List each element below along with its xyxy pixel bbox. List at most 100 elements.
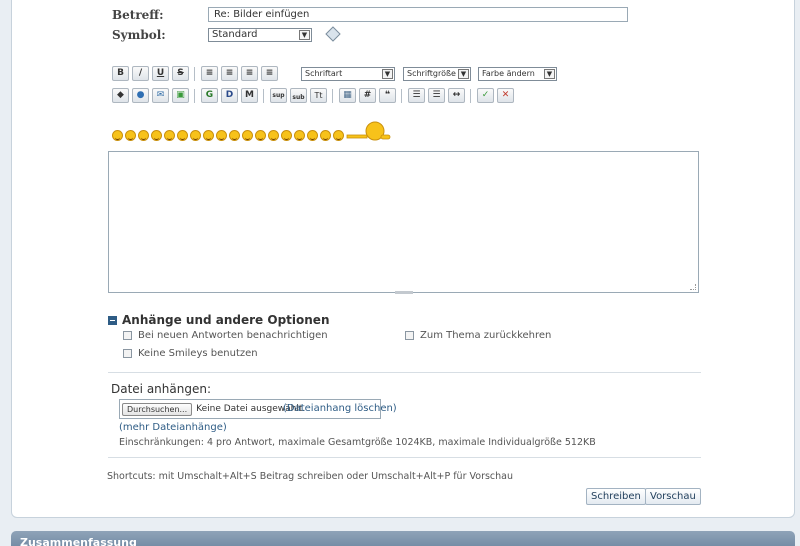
notify-checkbox[interactable] bbox=[123, 331, 132, 340]
smiley-icon[interactable] bbox=[125, 130, 136, 141]
subscript-button[interactable]: sub bbox=[290, 88, 307, 103]
smiley-icon[interactable] bbox=[151, 130, 162, 141]
notify-option[interactable]: Bei neuen Antworten benachrichtigen bbox=[123, 330, 328, 341]
return-topic-option[interactable]: Zum Thema zurückkehren bbox=[405, 330, 551, 341]
chevron-down-icon: ▼ bbox=[382, 69, 393, 79]
remove-format-button[interactable]: ✕ bbox=[497, 88, 514, 103]
size-select[interactable]: Schriftgröße ▼ bbox=[403, 67, 471, 81]
table-button[interactable]: ▦ bbox=[339, 88, 356, 103]
justify-icon: ≡ bbox=[265, 68, 274, 78]
email-icon: ✉ bbox=[156, 90, 165, 100]
more-attachments-link[interactable]: (mehr Dateianhänge) bbox=[119, 422, 227, 433]
superscript-button[interactable]: sup bbox=[270, 88, 287, 103]
smiley-icon[interactable] bbox=[255, 130, 266, 141]
smiley-icon[interactable] bbox=[307, 130, 318, 141]
symbol-preview-icon bbox=[325, 26, 341, 42]
bold-button[interactable]: B bbox=[112, 66, 129, 81]
return-topic-checkbox[interactable] bbox=[405, 331, 414, 340]
smiley-icon[interactable] bbox=[112, 130, 123, 141]
toolbar-separator bbox=[470, 89, 471, 103]
preview-button[interactable]: Vorschau bbox=[645, 488, 701, 505]
align-center-button[interactable]: ≡ bbox=[221, 66, 238, 81]
quote-button[interactable]: ❝ bbox=[379, 88, 396, 103]
bullet-list-icon: ☰ bbox=[412, 90, 421, 100]
smiley-icon[interactable] bbox=[177, 130, 188, 141]
submit-button[interactable]: Schreiben bbox=[586, 488, 646, 505]
resize-grip[interactable] bbox=[395, 291, 413, 294]
code-button[interactable]: # bbox=[359, 88, 376, 103]
strike-button[interactable]: S bbox=[172, 66, 189, 81]
numbered-list-icon: ☰ bbox=[432, 90, 441, 100]
smiley-icon[interactable] bbox=[138, 130, 149, 141]
flash-button[interactable]: ◆ bbox=[112, 88, 129, 103]
shortcuts-text: Shortcuts: mit Umschalt+Alt+S Beitrag sc… bbox=[107, 471, 514, 482]
browse-button[interactable]: Durchsuchen... bbox=[122, 402, 193, 416]
delete-attachment-link[interactable]: (Dateianhang löschen) bbox=[283, 403, 397, 414]
justify-button[interactable]: ≡ bbox=[261, 66, 278, 81]
remove-format-icon: ✕ bbox=[501, 90, 510, 100]
align-center-icon: ≡ bbox=[225, 68, 234, 78]
align-right-button[interactable]: ≡ bbox=[241, 66, 258, 81]
quote-icon: ❝ bbox=[384, 90, 391, 100]
collapse-icon bbox=[108, 315, 117, 325]
toolbar-separator bbox=[263, 89, 264, 103]
smiley-icon[interactable] bbox=[216, 130, 227, 141]
smiley-icon[interactable] bbox=[242, 130, 253, 141]
return-topic-label: Zum Thema zurückkehren bbox=[420, 330, 552, 341]
align-left-button[interactable]: ≡ bbox=[201, 66, 218, 81]
link-button[interactable]: ● bbox=[132, 88, 149, 103]
symbol-label: Symbol: bbox=[112, 28, 166, 42]
chevron-down-icon: ▼ bbox=[458, 69, 469, 79]
numbered-list-button[interactable]: ☰ bbox=[428, 88, 445, 103]
smiley-icon[interactable] bbox=[333, 130, 344, 141]
image-button[interactable]: ▣ bbox=[172, 88, 189, 103]
smiley-icon[interactable] bbox=[164, 130, 175, 141]
font-select-value: Schriftart bbox=[305, 69, 343, 78]
subject-label: Betreff: bbox=[112, 8, 164, 22]
message-textarea[interactable] bbox=[108, 151, 699, 294]
options-toggle[interactable]: Anhänge und andere Optionen bbox=[108, 313, 330, 327]
summary-title: Zusammenfassung bbox=[20, 536, 137, 546]
m-button[interactable]: M bbox=[241, 88, 258, 103]
pointer-smiley-icon[interactable] bbox=[345, 119, 393, 143]
font-select[interactable]: Schriftart ▼ bbox=[301, 67, 395, 81]
no-smileys-label: Keine Smileys benutzen bbox=[138, 348, 258, 359]
table-icon: ▦ bbox=[343, 90, 352, 100]
globe-icon: ● bbox=[136, 90, 145, 100]
smiley-icon[interactable] bbox=[294, 130, 305, 141]
g-button[interactable]: G bbox=[201, 88, 218, 103]
options-title: Anhänge und andere Optionen bbox=[122, 313, 330, 327]
email-button[interactable]: ✉ bbox=[152, 88, 169, 103]
symbol-select[interactable]: Standard ▼ bbox=[208, 28, 312, 42]
d-button[interactable]: D bbox=[221, 88, 238, 103]
spellcheck-button[interactable]: ✓ bbox=[477, 88, 494, 103]
smiley-icon[interactable] bbox=[190, 130, 201, 141]
symbol-select-value: Standard bbox=[212, 29, 258, 40]
underline-button[interactable]: U bbox=[152, 66, 169, 81]
smiley-icon[interactable] bbox=[320, 130, 331, 141]
divider bbox=[108, 457, 701, 458]
smiley-icon[interactable] bbox=[203, 130, 214, 141]
no-smileys-option[interactable]: Keine Smileys benutzen bbox=[123, 348, 258, 359]
flash-icon: ◆ bbox=[117, 90, 124, 100]
smiley-icon[interactable] bbox=[281, 130, 292, 141]
summary-header: Zusammenfassung bbox=[11, 531, 795, 546]
toolbar-separator bbox=[332, 89, 333, 103]
subject-input[interactable]: Re: Bilder einfügen bbox=[208, 7, 628, 22]
image-icon: ▣ bbox=[176, 90, 185, 100]
bullet-list-button[interactable]: ☰ bbox=[408, 88, 425, 103]
toolbar-separator bbox=[194, 89, 195, 103]
toolbar-separator bbox=[194, 67, 195, 81]
chevron-down-icon: ▼ bbox=[299, 30, 310, 40]
smiley-icon[interactable] bbox=[268, 130, 279, 141]
horizontal-rule-icon: ↔ bbox=[452, 90, 461, 100]
teletype-button[interactable]: Tt bbox=[310, 88, 327, 103]
italic-button[interactable]: / bbox=[132, 66, 149, 81]
post-form-panel: Betreff: Re: Bilder einfügen Symbol: Sta… bbox=[11, 0, 795, 518]
smiley-icon[interactable] bbox=[229, 130, 240, 141]
resize-corner-icon[interactable] bbox=[690, 284, 696, 290]
color-select[interactable]: Farbe ändern ▼ bbox=[478, 67, 557, 81]
align-left-icon: ≡ bbox=[205, 68, 214, 78]
no-smileys-checkbox[interactable] bbox=[123, 349, 132, 358]
horizontal-rule-button[interactable]: ↔ bbox=[448, 88, 465, 103]
